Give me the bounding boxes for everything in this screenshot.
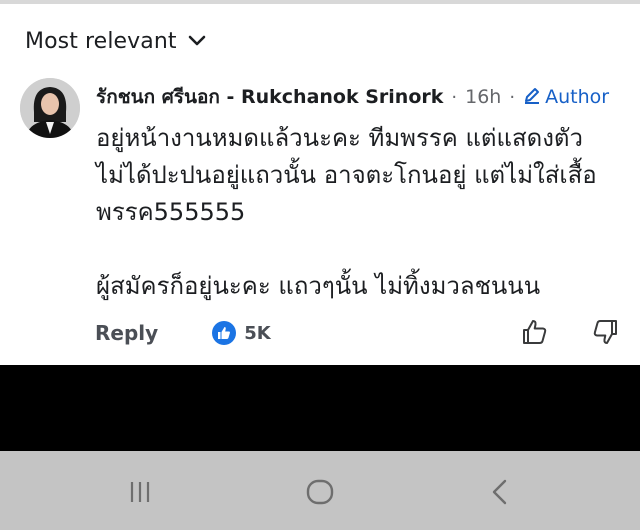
author-badge: Author [523, 86, 609, 109]
comment-text-line: ไม่ได้ปะปนอยู่แถวนั้น อาจตะโกนอยู่ แต่ไม… [96, 161, 597, 189]
sort-label: Most relevant [25, 28, 177, 54]
back-icon[interactable] [480, 475, 520, 509]
thumbs-up-outline-icon[interactable] [521, 318, 549, 346]
comment-body: อยู่หน้างานหมดแล้วนะคะ ทีมพรรค แต่แสดงตั… [96, 120, 626, 305]
separator-dot: · [451, 86, 458, 108]
reaction-count: 5K [244, 322, 271, 344]
author-name[interactable]: รักชนก ศรีนอก - Rukchanok Srinork [96, 82, 443, 112]
comment-blank-line [96, 231, 626, 268]
system-navigation-bar [0, 451, 640, 530]
separator-dot: · [509, 86, 516, 108]
like-icon [212, 321, 237, 345]
comment-text-line: อยู่หน้างานหมดแล้วนะคะ ทีมพรรค แต่แสดงตั… [96, 124, 583, 152]
blank-area [0, 365, 640, 451]
comment-header: รักชนก ศรีนอก - Rukchanok Srinork · 16h … [96, 83, 610, 111]
pencil-icon [523, 86, 541, 109]
comment-actions: Reply 5K [95, 316, 625, 350]
thumbs-down-outline-icon[interactable] [591, 318, 619, 346]
reaction-summary[interactable]: 5K [212, 321, 271, 345]
comment-text-line: ผู้สมัครก็อยู่นะคะ แถวๆนั้น ไม่ทิ้งมวลชน… [96, 272, 541, 300]
comment-text-line: พรรค555555 [96, 198, 246, 226]
recent-apps-icon[interactable] [120, 475, 160, 509]
reply-button[interactable]: Reply [95, 321, 158, 345]
sort-dropdown[interactable]: Most relevant [25, 26, 207, 56]
author-badge-label: Author [545, 86, 610, 108]
chevron-down-icon [187, 31, 207, 51]
home-icon[interactable] [300, 475, 340, 509]
top-divider [0, 0, 640, 4]
avatar[interactable] [20, 78, 80, 138]
comment-time[interactable]: 16h [465, 86, 501, 108]
